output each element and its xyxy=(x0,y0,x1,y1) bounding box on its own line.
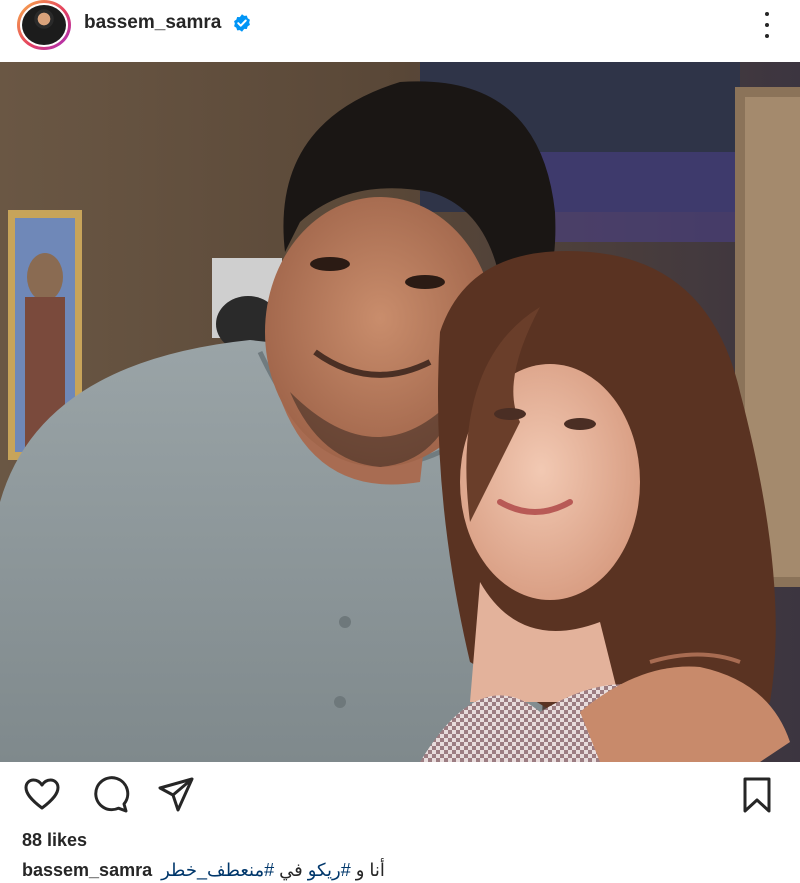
post-header: bassem_samra xyxy=(0,0,800,50)
heart-icon[interactable] xyxy=(22,775,62,815)
likes-count[interactable]: 88 likes xyxy=(22,830,87,851)
profile-avatar[interactable] xyxy=(17,0,71,50)
share-icon[interactable] xyxy=(156,775,196,815)
action-bar xyxy=(0,775,800,819)
post-caption: bassem_samra أنا و #ريكو في #منعطف_خطر xyxy=(22,860,385,881)
caption-text: أنا و #ريكو في #منعطف_خطر xyxy=(161,860,385,880)
caption-username[interactable]: bassem_samra xyxy=(22,860,152,880)
more-options-icon[interactable] xyxy=(757,12,777,38)
photo-illustration xyxy=(0,62,800,762)
avatar-image xyxy=(22,5,66,45)
hashtag-link[interactable]: #ريكو xyxy=(308,860,351,880)
bookmark-icon[interactable] xyxy=(737,775,777,815)
verified-badge-icon xyxy=(234,14,250,32)
caption-part: في xyxy=(274,860,308,880)
hashtag-link[interactable]: #منعطف_خطر xyxy=(161,860,274,880)
post-username[interactable]: bassem_samra xyxy=(84,12,221,34)
post-image[interactable] xyxy=(0,62,800,762)
comment-icon[interactable] xyxy=(90,775,130,815)
caption-part: أنا و xyxy=(350,860,385,880)
